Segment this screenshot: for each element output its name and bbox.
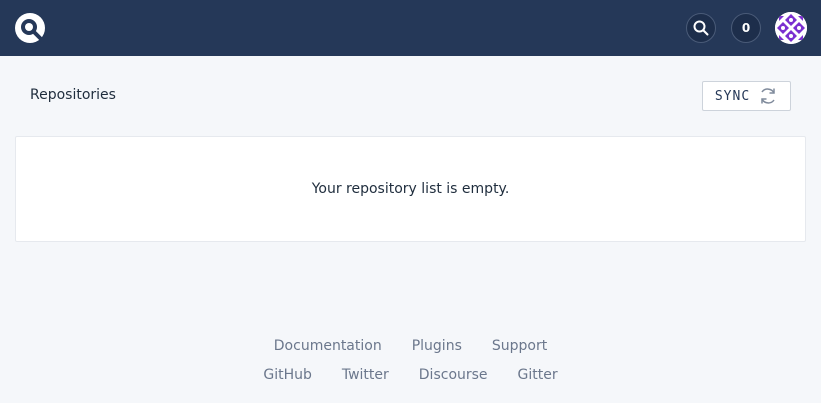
footer-link-documentation[interactable]: Documentation [274, 338, 382, 354]
refresh-icon [761, 88, 775, 104]
search-button[interactable] [686, 13, 716, 43]
builds-count-button[interactable]: 0 [731, 13, 761, 43]
footer-link-github[interactable]: GitHub [263, 367, 312, 383]
builds-count: 0 [741, 21, 751, 35]
sync-label: SYNC [714, 88, 751, 104]
top-navbar: 0 [0, 0, 821, 56]
empty-state-message: Your repository list is empty. [311, 181, 510, 197]
footer-link-gitter[interactable]: Gitter [518, 367, 558, 383]
avatar-identicon [775, 12, 807, 44]
page-title: Repositories [30, 87, 116, 103]
footer-link-twitter[interactable]: Twitter [342, 367, 389, 383]
footer-link-plugins[interactable]: Plugins [412, 338, 462, 354]
footer-link-discourse[interactable]: Discourse [419, 367, 488, 383]
search-icon [693, 20, 709, 36]
footer-links-row-1: Documentation Plugins Support [0, 338, 821, 354]
drone-logo-icon[interactable] [14, 12, 46, 44]
repository-list-card: Your repository list is empty. [15, 136, 806, 242]
user-avatar[interactable] [775, 12, 807, 44]
sync-button[interactable]: SYNC [702, 81, 791, 111]
footer-link-support[interactable]: Support [492, 338, 547, 354]
footer-links-row-2: GitHub Twitter Discourse Gitter [0, 367, 821, 383]
